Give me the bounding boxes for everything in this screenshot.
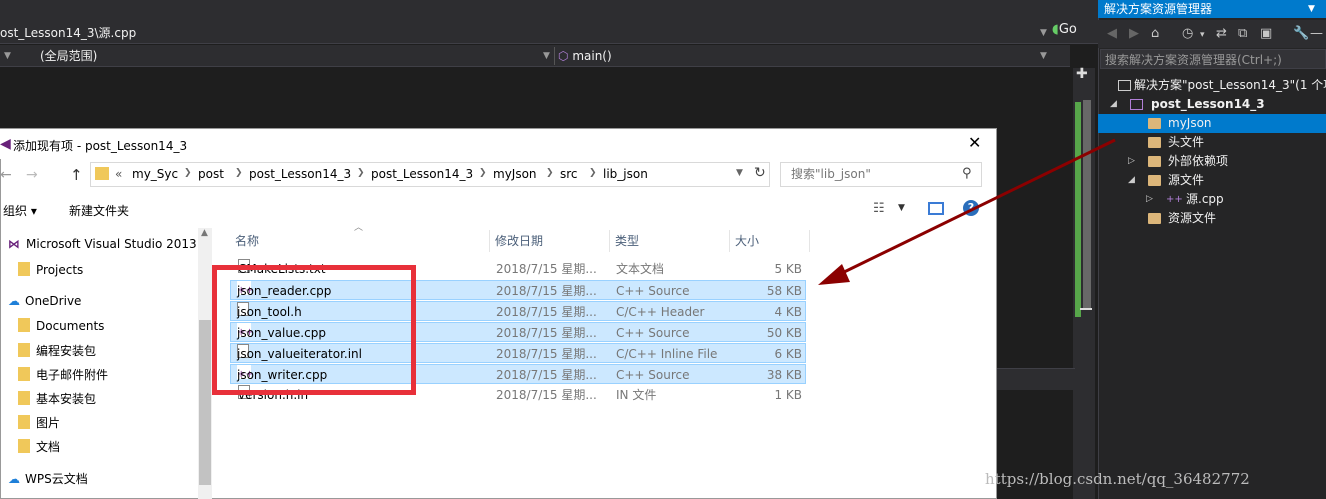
annotation-arrow: [818, 138, 1116, 285]
watermark: https://blog.csdn.net/qq_36482772: [985, 470, 1250, 488]
